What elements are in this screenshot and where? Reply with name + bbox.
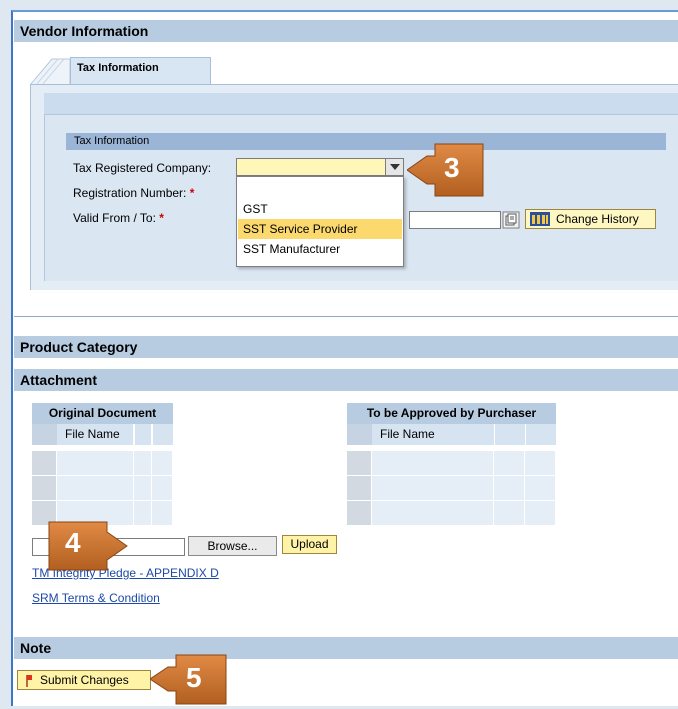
change-history-label: Change History	[556, 212, 639, 226]
submit-changes-button[interactable]: Submit Changes	[17, 670, 151, 690]
tab-tax-information[interactable]: Tax Information	[70, 57, 211, 85]
table-cell	[494, 501, 525, 526]
step-5-callout: 5	[149, 653, 228, 706]
tax-company-dropdown-list: GST SST Service Provider SST Manufacture…	[236, 176, 404, 267]
upload-button[interactable]: Upload	[282, 535, 337, 554]
column-header-blank	[152, 424, 173, 445]
dropdown-option-sst-manufacturer[interactable]: SST Manufacturer	[238, 239, 402, 259]
history-table-icon	[530, 212, 550, 226]
callout-arrow-right-shape	[48, 521, 128, 571]
to-be-approved-title: To be Approved by Purchaser	[347, 403, 556, 424]
table-cell	[525, 476, 556, 501]
step-5-number: 5	[186, 662, 202, 693]
step-3-number: 3	[444, 152, 460, 183]
registration-number-label: Registration Number: *	[73, 186, 194, 200]
table-cell	[134, 501, 152, 526]
dropdown-option-sst-service-provider[interactable]: SST Service Provider	[238, 219, 402, 239]
table-cell	[134, 476, 152, 501]
table-cell	[525, 451, 556, 476]
row-selector[interactable]	[32, 451, 57, 476]
required-indicator: *	[189, 186, 195, 200]
table-cell	[152, 476, 173, 501]
column-header-blank	[494, 424, 525, 445]
step-4-number: 4	[65, 527, 81, 558]
chevron-down-icon	[389, 164, 400, 170]
flag-icon	[26, 675, 32, 687]
tab-scroll-decoration	[30, 58, 70, 85]
step-4-callout: 4	[47, 520, 129, 572]
attachment-header: Attachment	[14, 369, 678, 391]
terms-and-condition-link[interactable]: SRM Terms & Condition	[32, 591, 160, 605]
file-name-column-header: File Name	[372, 424, 494, 445]
valid-from-to-label: Valid From / To: *	[73, 211, 164, 225]
table-cell	[372, 501, 494, 526]
column-header-blank	[134, 424, 151, 445]
tax-registered-company-label: Tax Registered Company:	[73, 161, 211, 175]
tax-registered-company-label-text: Tax Registered Company:	[73, 161, 212, 175]
dropdown-option-gst[interactable]: GST	[238, 199, 402, 219]
original-document-title: Original Document	[32, 403, 173, 424]
vendor-information-header: Vendor Information	[14, 20, 678, 42]
table-cell	[494, 451, 525, 476]
submit-changes-label: Submit Changes	[40, 673, 129, 687]
section-divider	[14, 316, 678, 317]
table-cell	[372, 476, 494, 501]
registration-number-label-text: Registration Number:	[73, 186, 187, 200]
tax-information-group-header: Tax Information	[66, 133, 666, 150]
table-cell	[57, 476, 134, 501]
table-cell	[134, 451, 152, 476]
table-cell	[57, 451, 134, 476]
file-name-column-header: File Name	[57, 424, 133, 445]
table-cell	[152, 501, 173, 526]
tax-panel-toolbar	[44, 93, 678, 115]
row-selector[interactable]	[347, 451, 372, 476]
row-selector-header	[32, 424, 57, 445]
tab-strip: Tax Information	[30, 57, 678, 85]
tax-registered-company-select[interactable]	[236, 158, 404, 176]
row-selector[interactable]	[347, 476, 372, 501]
valid-from-to-label-text: Valid From / To:	[73, 211, 156, 225]
table-cell	[152, 451, 173, 476]
change-history-button[interactable]: Change History	[525, 209, 656, 229]
note-header: Note	[14, 637, 678, 659]
calendar-icon[interactable]	[502, 211, 520, 229]
table-cell	[372, 451, 494, 476]
step-3-callout: 3	[406, 142, 485, 198]
row-selector[interactable]	[32, 476, 57, 501]
column-header-blank	[525, 424, 556, 445]
dropdown-arrow-button[interactable]	[385, 159, 403, 175]
browse-button[interactable]: Browse...	[188, 536, 277, 556]
table-cell	[525, 501, 556, 526]
row-selector-header	[347, 424, 372, 445]
table-cell	[494, 476, 525, 501]
valid-to-date-input[interactable]	[409, 211, 501, 229]
required-indicator: *	[159, 211, 164, 225]
product-category-header[interactable]: Product Category	[14, 336, 678, 358]
row-selector[interactable]	[347, 501, 372, 526]
